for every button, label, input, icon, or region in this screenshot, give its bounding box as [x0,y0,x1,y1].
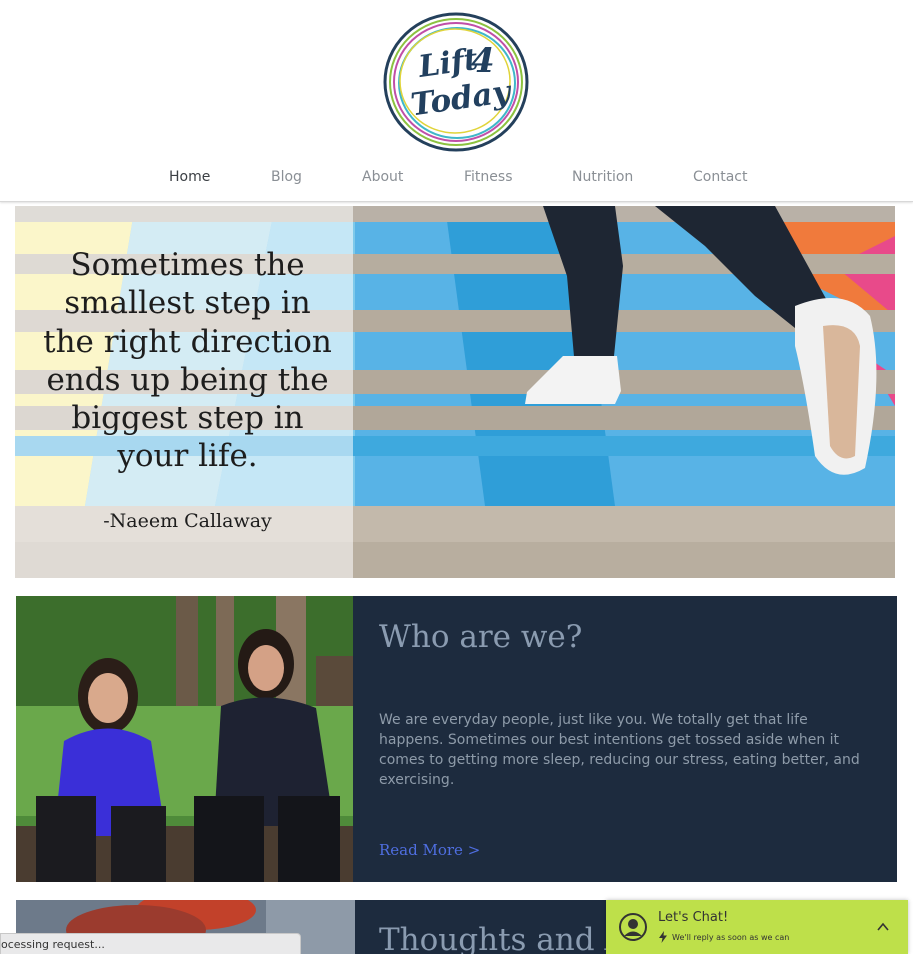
hero-banner: Sometimes the smallest step in the right… [15,206,895,578]
quote-author: -Naeem Callaway [103,510,272,532]
chat-widget[interactable]: Let's Chat! We'll reply as soon as we ca… [606,900,908,954]
section-title: Who are we? [379,619,583,655]
section-title: Thoughts and A [379,922,627,954]
hero-quote: Sometimes the smallest step in the right… [25,246,350,476]
quote-line: smallest step in [64,285,311,322]
lift4today-logo[interactable]: Lift 4 Today [381,12,531,154]
nav-item-about[interactable]: About [362,169,403,185]
browser-status-bar: ocessing request... [0,933,301,954]
founders-photo [16,596,353,882]
read-more-link[interactable]: Read More > [379,841,480,859]
quote-line: your life. [117,438,258,475]
main-nav: Home Blog About Fitness Nutrition Contac… [0,169,913,189]
logo-number: 4 [471,41,495,81]
quote-line: Sometimes the [70,247,305,283]
lightning-icon [659,931,667,943]
quote-line: ends up being the [46,361,329,398]
chat-subtitle: We'll reply as soon as we can [672,933,790,942]
who-are-we-section: Who are we? We are everyday people, just… [16,596,897,882]
user-icon [619,913,647,941]
chevron-up-icon[interactable] [876,920,890,934]
quote-line: the right direction [43,323,332,360]
nav-item-nutrition[interactable]: Nutrition [572,169,633,185]
chat-title: Let's Chat! [658,910,729,925]
quote-line: biggest step in [71,400,304,437]
nav-item-contact[interactable]: Contact [693,169,747,185]
nav-item-home[interactable]: Home [169,169,210,185]
nav-item-fitness[interactable]: Fitness [464,169,513,185]
section-body: We are everyday people, just like you. W… [379,712,860,788]
nav-item-blog[interactable]: Blog [271,169,302,185]
site-header: Lift 4 Today Home Blog About Fitness Nut… [0,0,913,202]
